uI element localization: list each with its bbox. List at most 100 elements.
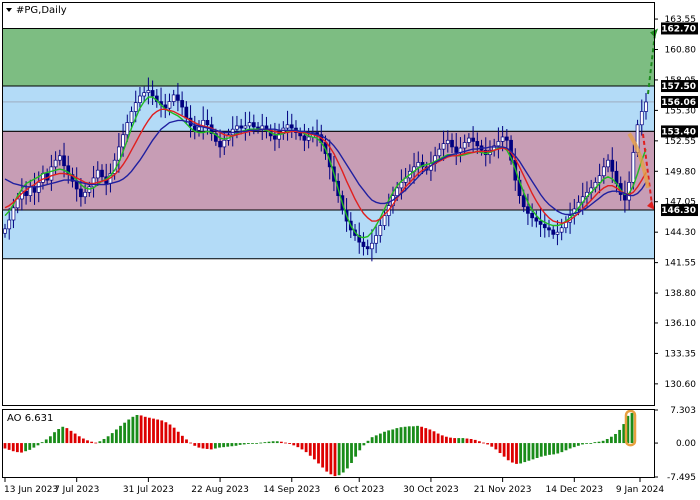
candle-body <box>361 241 366 247</box>
candle-body <box>534 217 539 222</box>
level-label[interactable]: 153.40 <box>661 127 696 137</box>
ao-bar <box>201 443 205 449</box>
ao-bar <box>618 429 622 444</box>
ao-bar <box>185 439 188 444</box>
ao-bar <box>581 443 584 445</box>
ao-bar <box>510 443 514 463</box>
ao-bar <box>69 430 73 444</box>
candle-body <box>62 155 66 167</box>
candle-body <box>129 111 134 123</box>
ao-bar <box>57 429 61 444</box>
ao-bar <box>28 443 32 450</box>
ao-bar <box>98 441 102 444</box>
candle-body <box>454 146 459 153</box>
candle-body <box>623 194 627 201</box>
ao-bar <box>279 441 283 444</box>
ao-bar <box>234 443 238 446</box>
ao-bar <box>106 436 110 444</box>
level-label[interactable]: 146.30 <box>661 206 696 216</box>
candle-body <box>57 155 62 161</box>
ao-bar <box>123 422 127 444</box>
candle-body <box>171 94 176 102</box>
ao-bar <box>267 441 271 444</box>
price-zones <box>3 27 654 260</box>
ao-bar <box>271 441 275 444</box>
ao-bar <box>77 436 81 444</box>
level-label[interactable]: 162.70 <box>661 24 696 34</box>
price-tick-label: 130.60 <box>665 380 697 390</box>
ao-bar <box>337 443 341 476</box>
price-tick-label: 160.80 <box>665 45 697 55</box>
ao-bar <box>614 434 617 444</box>
candle-body <box>125 122 130 136</box>
candle-body <box>395 187 400 196</box>
time-tick-label: 30 Oct 2023 <box>403 485 459 495</box>
ao-bar <box>172 427 176 444</box>
candle-body <box>416 162 421 168</box>
ao-bar <box>535 443 539 459</box>
candle-body <box>138 95 142 103</box>
candle-body <box>289 124 294 129</box>
ao-bar <box>213 443 217 449</box>
ao-bar <box>81 438 85 444</box>
candle-body <box>79 188 83 198</box>
ao-bar <box>242 443 246 445</box>
ao-bar <box>506 443 510 461</box>
ao-bar <box>333 443 337 477</box>
ao-bar <box>403 426 407 444</box>
ao-bar <box>477 441 481 444</box>
ao-bar <box>73 433 77 444</box>
time-tick-label: 13 Jun 2023 <box>4 485 58 495</box>
ao-bar <box>383 431 386 444</box>
level-label[interactable]: 156.06 <box>661 98 696 108</box>
candle-body <box>538 220 543 225</box>
ao-bar <box>523 443 527 463</box>
price-tick-label: 136.10 <box>665 319 697 329</box>
candle-body <box>150 90 155 97</box>
ao-bar <box>589 443 593 444</box>
ao-bar <box>36 443 40 446</box>
ao-bar <box>473 439 477 444</box>
ao-bar <box>494 443 498 450</box>
ao-bar <box>139 415 143 444</box>
candle-body <box>555 231 560 235</box>
ao-bar <box>370 437 374 444</box>
ao-bar <box>288 443 292 444</box>
candle-body <box>441 143 446 150</box>
ao-bar <box>358 443 362 451</box>
candle-body <box>74 180 79 190</box>
ao-bar <box>180 435 184 444</box>
ao-bar <box>296 443 300 448</box>
candle-body <box>3 228 7 234</box>
candle-body <box>559 227 564 233</box>
level-label[interactable]: 157.50 <box>661 82 696 92</box>
ao-bar <box>44 439 48 444</box>
ao-bar <box>486 443 490 445</box>
ao-bar <box>218 443 221 448</box>
ao-bar <box>238 443 242 445</box>
ao-bar <box>160 420 164 444</box>
ao-bar <box>176 431 180 444</box>
ao-bar <box>152 418 155 444</box>
ao-bar <box>300 443 304 450</box>
ao-bar <box>395 428 399 444</box>
time-tick-label: 6 Oct 2023 <box>334 485 384 495</box>
ao-bar <box>189 442 193 444</box>
price-tick-label: 138.80 <box>665 289 697 299</box>
ao-bar <box>407 426 411 444</box>
time-tick-label: 22 Aug 2023 <box>191 485 249 495</box>
price-tick-label: 133.35 <box>665 349 697 359</box>
ao-bar <box>251 443 254 444</box>
candle-body <box>142 92 147 97</box>
ao-bar <box>48 436 52 444</box>
ao-bar <box>53 432 56 444</box>
time-tick-label: 21 Nov 2023 <box>474 485 532 495</box>
candle-body <box>302 135 307 141</box>
candle-body <box>306 136 311 141</box>
ao-title: AO 6.631 <box>7 413 53 424</box>
ao-bar <box>317 443 320 464</box>
candle-body <box>374 235 378 244</box>
candle-body <box>32 186 37 193</box>
candle-body <box>91 177 96 188</box>
candle-body <box>530 213 534 219</box>
